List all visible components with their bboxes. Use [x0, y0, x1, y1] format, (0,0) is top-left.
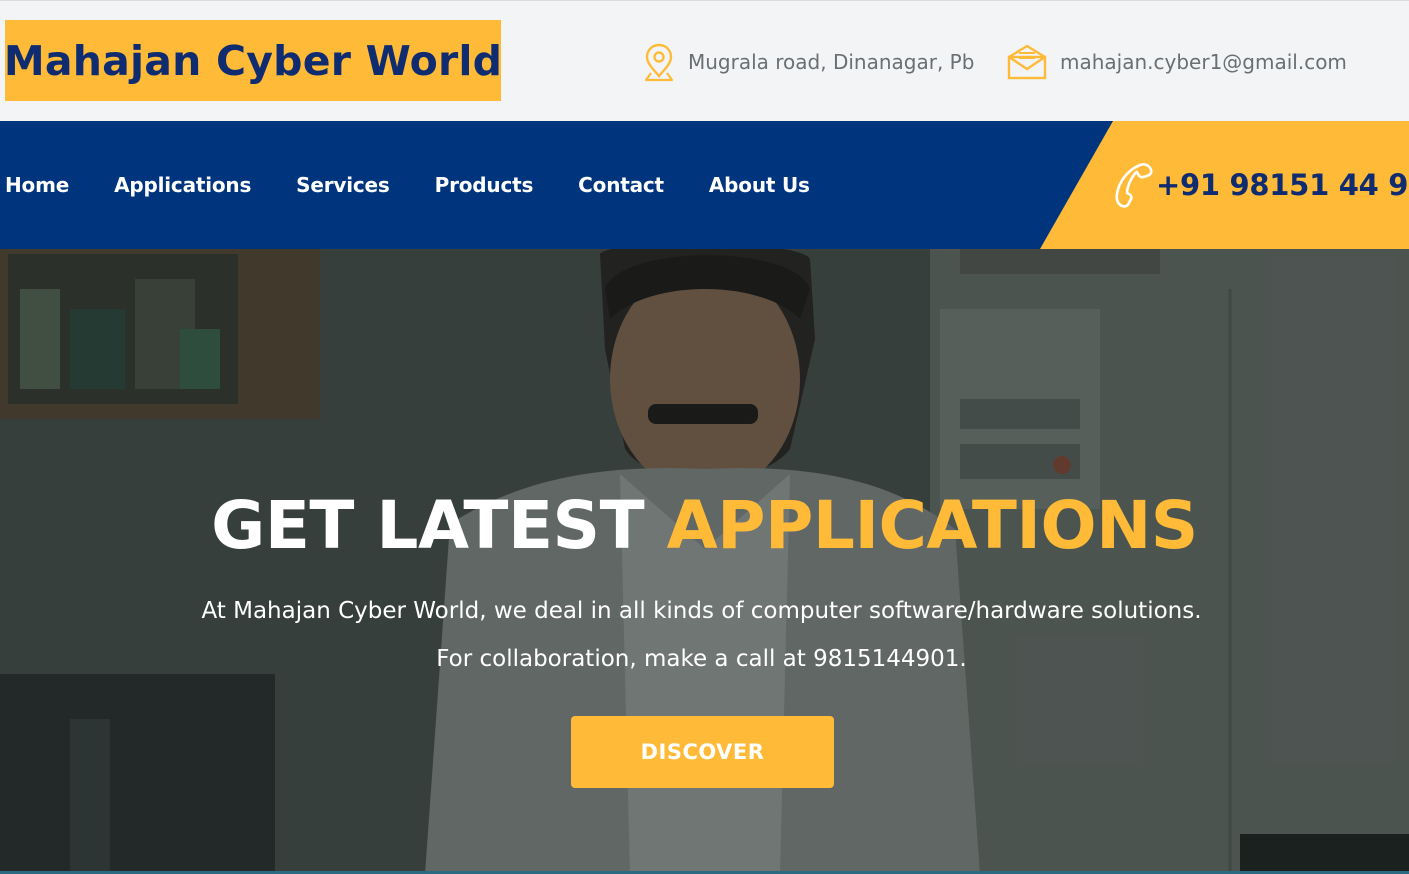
- nav-menu: Home Applications Services Products Cont…: [5, 121, 855, 249]
- hero-description: At Mahajan Cyber World, we deal in all k…: [201, 598, 1202, 672]
- hero-title-main: GET LATEST: [211, 487, 667, 564]
- nav-item-applications[interactable]: Applications: [114, 173, 251, 197]
- address-text: Mugrala road, Dinanagar, Pb: [688, 50, 975, 74]
- site-logo-text: Mahajan Cyber World: [3, 36, 503, 85]
- nav-item-home[interactable]: Home: [5, 173, 69, 197]
- phone-contact[interactable]: +91 98151 44 901: [1112, 121, 1409, 249]
- email-contact[interactable]: mahajan.cyber1@gmail.com: [1006, 41, 1347, 83]
- hero-title-accent: APPLICATIONS: [666, 487, 1199, 564]
- address-contact: Mugrala road, Dinanagar, Pb: [642, 41, 974, 83]
- discover-button[interactable]: DISCOVER: [571, 716, 834, 788]
- phone-icon: [1112, 161, 1154, 209]
- nav-item-services[interactable]: Services: [296, 173, 390, 197]
- nav-item-products[interactable]: Products: [435, 173, 534, 197]
- email-text[interactable]: mahajan.cyber1@gmail.com: [1060, 50, 1347, 74]
- envelope-icon: [1006, 44, 1048, 80]
- hero-banner: GET LATEST APPLICATIONS At Mahajan Cyber…: [0, 249, 1409, 874]
- phone-number[interactable]: +91 98151 44 901: [1156, 168, 1409, 202]
- location-pin-icon: [642, 42, 676, 82]
- nav-item-contact[interactable]: Contact: [578, 173, 664, 197]
- hero-title: GET LATEST APPLICATIONS: [0, 487, 1409, 564]
- top-header: Mahajan Cyber World Mugrala road, Dinana…: [0, 0, 1409, 121]
- site-logo[interactable]: Mahajan Cyber World: [3, 20, 503, 101]
- nav-item-about-us[interactable]: About Us: [709, 173, 810, 197]
